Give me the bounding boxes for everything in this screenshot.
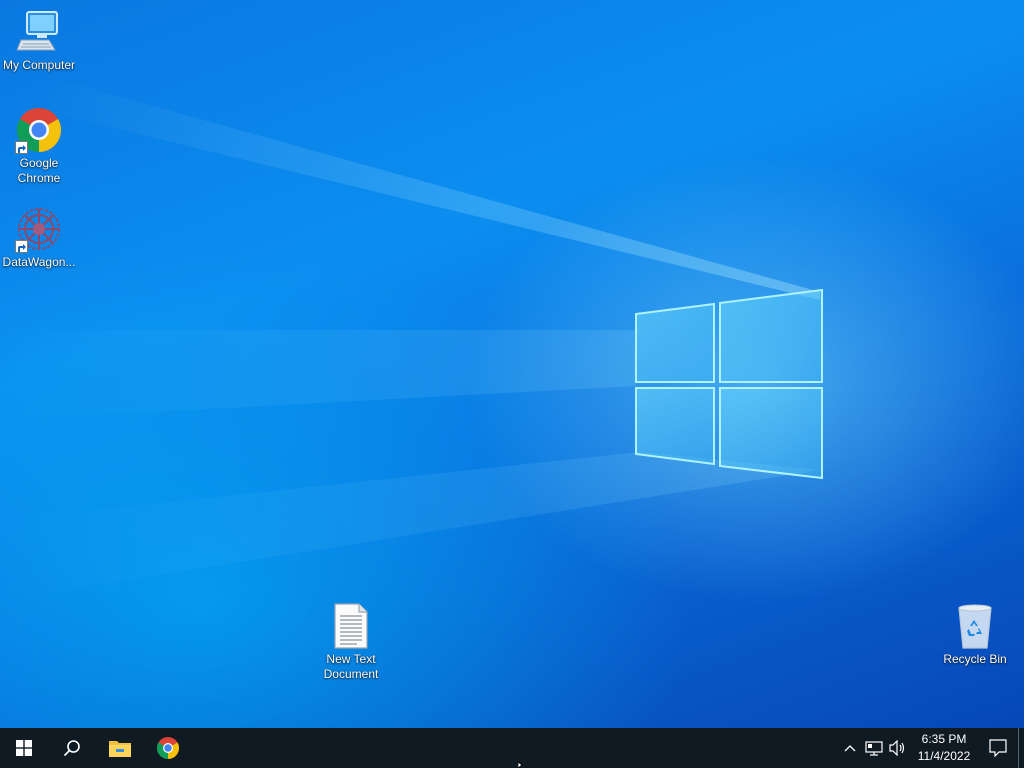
shortcut-arrow-icon bbox=[15, 240, 28, 253]
action-center-icon bbox=[989, 739, 1007, 757]
search-button[interactable] bbox=[48, 728, 96, 768]
desktop-icon-my-computer[interactable]: My Computer bbox=[0, 8, 78, 73]
desktop-icon-label: DataWagon... bbox=[2, 255, 76, 269]
taskbar-google-chrome[interactable] bbox=[144, 728, 192, 768]
desktop-icon-recycle-bin[interactable]: Recycle Bin bbox=[936, 602, 1014, 667]
wallpaper-light-beams bbox=[0, 80, 820, 600]
recycle-bin-icon bbox=[951, 602, 999, 650]
desktop-icon-label: Google Chrome bbox=[17, 156, 61, 185]
desktop[interactable]: My Computer Google Chrome DataWagon... N… bbox=[0, 0, 1024, 728]
desktop-icon-label: Recycle Bin bbox=[943, 652, 1007, 666]
network-button[interactable] bbox=[862, 728, 886, 768]
shortcut-arrow-icon bbox=[15, 141, 28, 154]
windows-logo-icon bbox=[16, 740, 32, 756]
taskbar: 6:35 PM 11/4/2022 bbox=[0, 728, 1024, 768]
clock[interactable]: 6:35 PM 11/4/2022 bbox=[910, 728, 978, 768]
desktop-icon-google-chrome[interactable]: Google Chrome bbox=[0, 106, 78, 186]
speaker-icon bbox=[889, 740, 905, 756]
system-tray: 6:35 PM 11/4/2022 bbox=[838, 728, 1024, 768]
clock-time: 6:35 PM bbox=[921, 732, 967, 746]
chrome-icon bbox=[157, 737, 179, 759]
text-document-icon bbox=[327, 602, 375, 650]
volume-button[interactable] bbox=[886, 728, 910, 768]
show-desktop-button[interactable] bbox=[1018, 728, 1024, 768]
start-button[interactable] bbox=[0, 728, 48, 768]
datawagon-icon bbox=[15, 205, 63, 253]
search-icon bbox=[63, 740, 80, 757]
desktop-icon-label: New Text Document bbox=[323, 652, 379, 681]
action-center-button[interactable] bbox=[978, 728, 1018, 768]
windows-wallpaper-logo bbox=[635, 288, 823, 480]
chrome-icon bbox=[15, 106, 63, 154]
folder-icon bbox=[109, 741, 131, 757]
show-hidden-icons-button[interactable] bbox=[838, 728, 862, 768]
network-icon bbox=[865, 741, 883, 756]
computer-icon bbox=[15, 8, 63, 56]
taskbar-file-explorer[interactable] bbox=[96, 728, 144, 768]
desktop-icon-datawagon[interactable]: DataWagon... bbox=[0, 205, 78, 270]
mouse-cursor-icon bbox=[518, 762, 523, 768]
chevron-up-icon bbox=[844, 745, 856, 752]
clock-date: 11/4/2022 bbox=[917, 749, 971, 763]
desktop-icon-label: My Computer bbox=[2, 58, 76, 72]
desktop-icon-new-text-document[interactable]: New Text Document bbox=[312, 602, 390, 682]
